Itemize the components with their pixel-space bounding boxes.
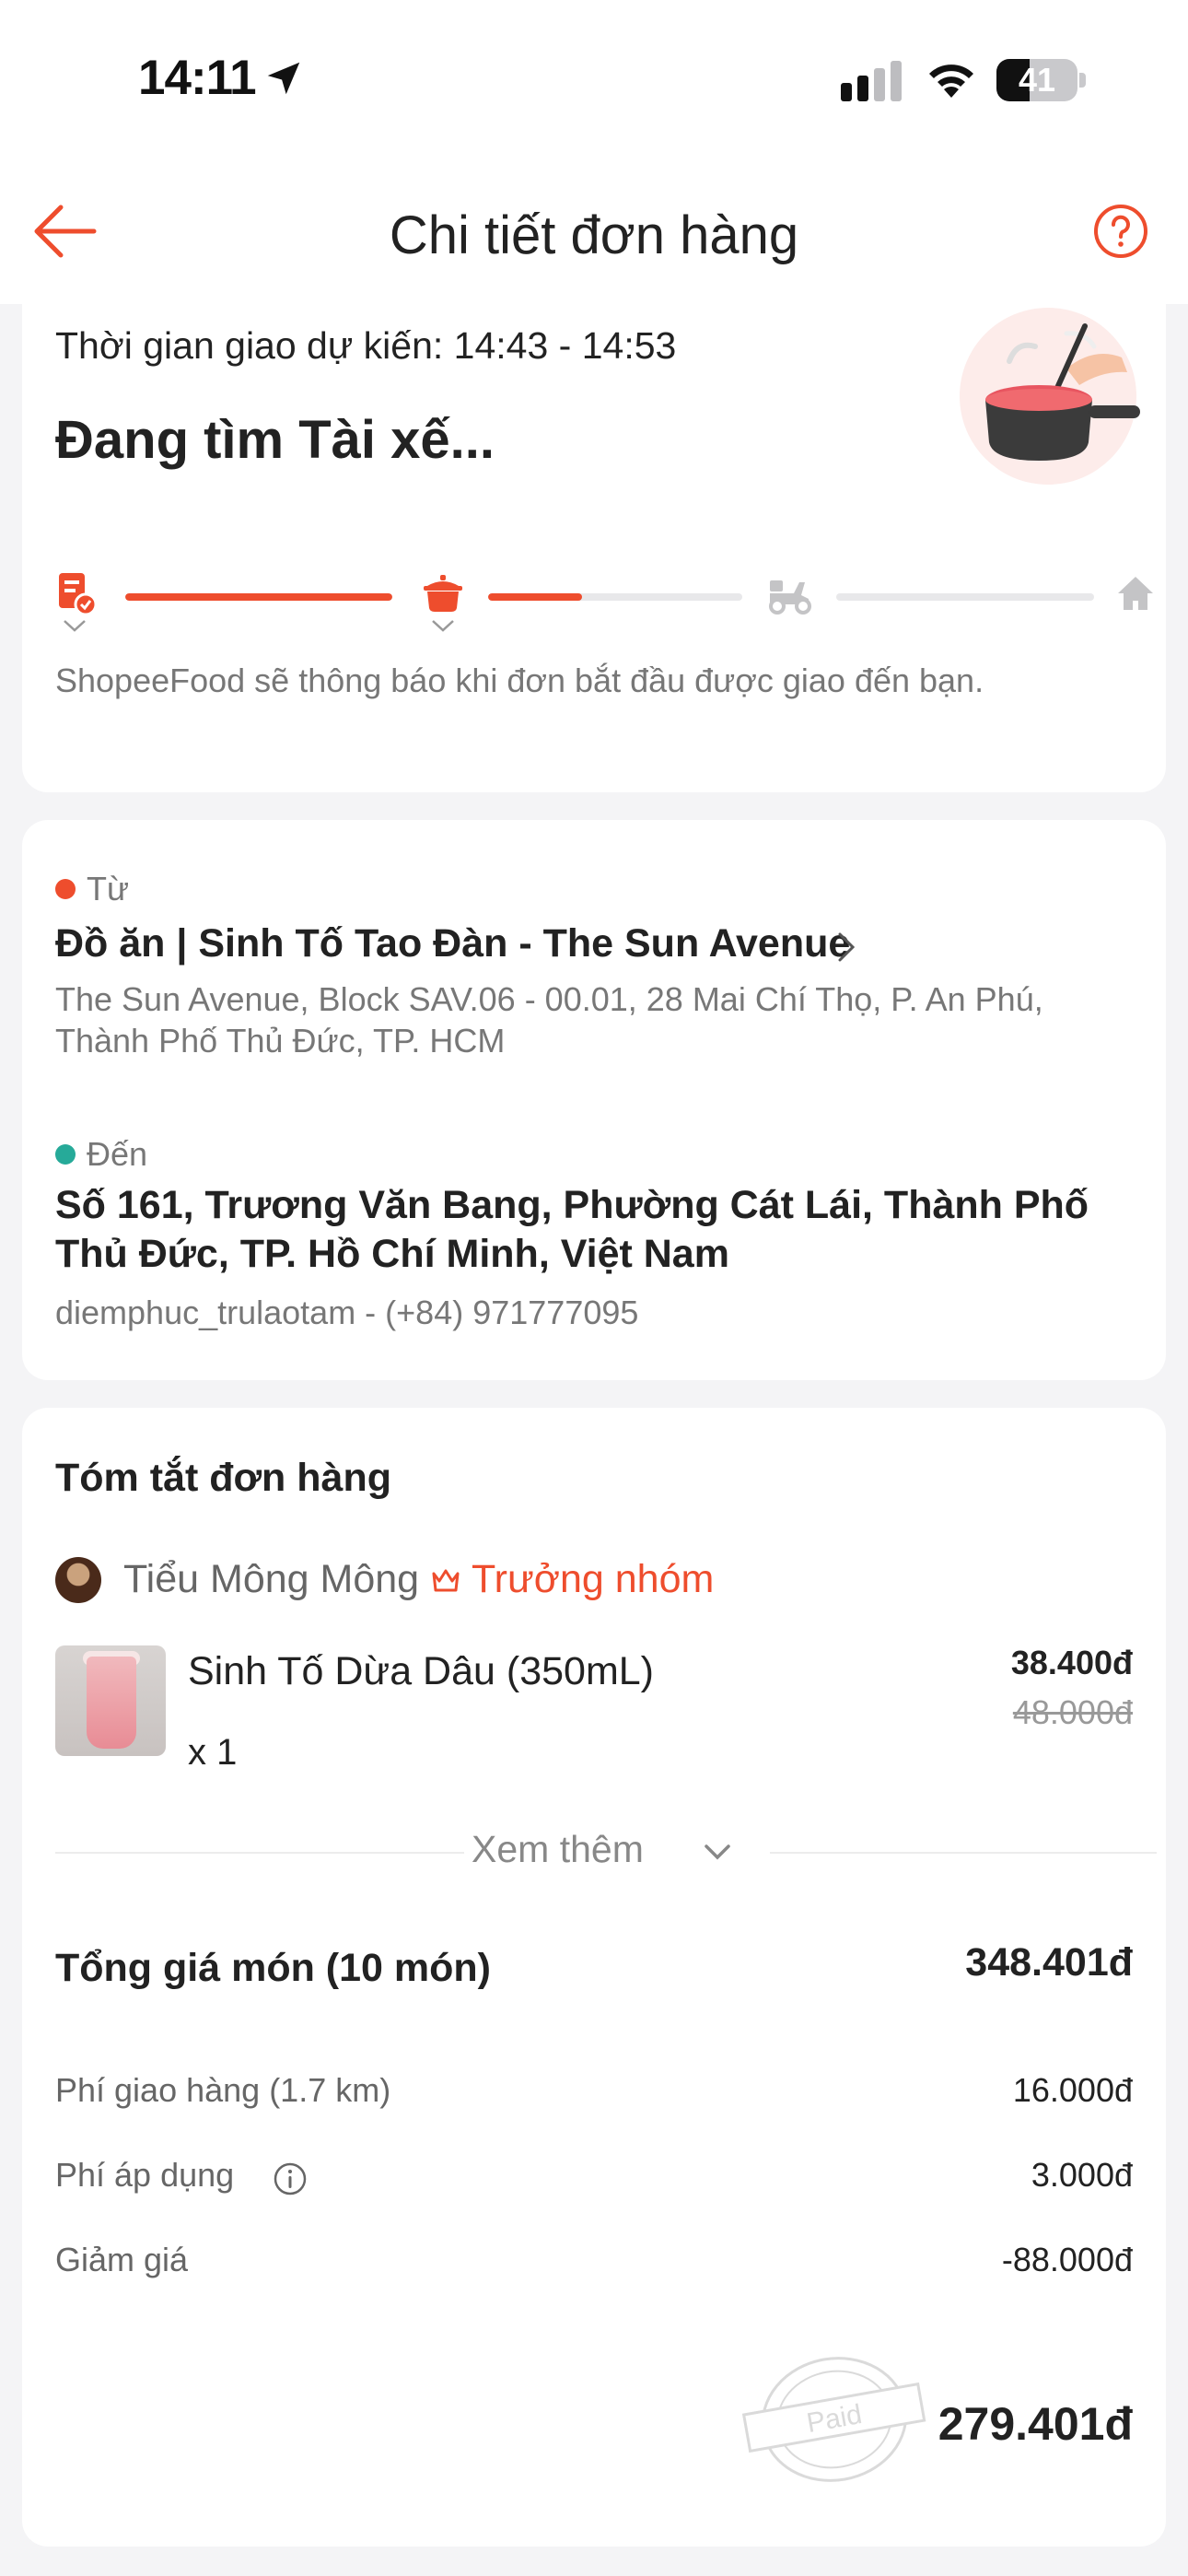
info-icon[interactable]: [273, 2161, 308, 2196]
product-name: Sinh Tố Dừa Dâu (350mL): [188, 1649, 655, 1693]
service-fee-label: Phí áp dụng: [55, 2156, 235, 2194]
order-summary-card: Tóm tắt đơn hàng Tiểu Mông Mông Trưởng n…: [22, 1408, 1166, 2547]
avatar: [55, 1557, 101, 1603]
chevron-down-icon: [64, 620, 86, 632]
divider: [55, 1852, 464, 1854]
grand-total: 279.401đ: [938, 2398, 1133, 2450]
order-status-card: Thời gian giao dự kiến: 14:43 - 14:53 Đa…: [22, 304, 1166, 792]
from-label: Từ: [87, 870, 130, 907]
product-original-price: 48.000đ: [1012, 1693, 1133, 1731]
summary-title: Tóm tắt đơn hàng: [55, 1456, 391, 1500]
progress-segment: [836, 593, 1094, 601]
home-icon: [1118, 577, 1153, 610]
to-label: Đến: [87, 1135, 148, 1173]
delivery-fee-value: 16.000đ: [1012, 2071, 1133, 2109]
chevron-down-icon[interactable]: [702, 1841, 733, 1863]
estimated-delivery-time: Thời gian giao dự kiến: 14:43 - 14:53: [55, 324, 677, 367]
chevron-down-icon: [432, 620, 454, 632]
discount-label: Giảm giá: [55, 2241, 189, 2278]
progress-segment: [125, 593, 392, 601]
divider: [770, 1852, 1157, 1854]
status-bar: 14:11 41: [0, 0, 1188, 157]
service-fee-value: 3.000đ: [1031, 2156, 1133, 2194]
discount-value: -88.000đ: [1001, 2241, 1133, 2278]
chevron-right-icon[interactable]: [833, 929, 860, 966]
paid-stamp: Paid: [742, 2357, 926, 2482]
order-confirmed-icon: [59, 573, 98, 616]
restaurant-name-link[interactable]: Đồ ăn | Sinh Tố Tao Đàn - The Sun Avenue: [55, 921, 850, 966]
product-quantity: x 1: [188, 1732, 238, 1773]
from-dot: [55, 879, 76, 899]
product-price: 38.400đ: [1010, 1644, 1133, 1681]
crown-icon: [432, 1569, 460, 1592]
wifi-icon: [929, 64, 973, 98]
delivery-progress: [55, 571, 1153, 636]
delivery-notice: ShopeeFood sẽ thông báo khi đơn bắt đầu …: [55, 662, 984, 699]
restaurant-address: The Sun Avenue, Block SAV.06 - 00.01, 28…: [55, 980, 1043, 1060]
delivery-address: Số 161, Trương Văn Bang, Phường Cát Lái,…: [55, 1183, 1089, 1276]
product-image: [55, 1645, 166, 1756]
delivery-fee-label: Phí giao hàng (1.7 km): [55, 2071, 391, 2109]
cooking-pot-illustration-icon: [960, 308, 1140, 485]
scooter-icon: [769, 580, 811, 615]
help-circle-icon[interactable]: [1092, 203, 1149, 260]
nav-bar: Chi tiết đơn hàng: [0, 157, 1188, 304]
address-card: Từ Đồ ăn | Sinh Tố Tao Đàn - The Sun Ave…: [22, 820, 1166, 1380]
cooking-pot-icon: [424, 575, 462, 612]
see-more-button[interactable]: Xem thêm: [472, 1828, 644, 1871]
battery-icon: 41: [996, 59, 1087, 101]
to-dot: [55, 1144, 76, 1165]
recipient-contact: diemphuc_trulaotam - (+84) 971777095: [55, 1294, 639, 1331]
status-time: 14:11: [138, 51, 257, 105]
subtotal-label: Tổng giá món (10 món): [55, 1946, 491, 1990]
page-title: Chi tiết đơn hàng: [389, 205, 799, 265]
group-member-name: Tiểu Mông Mông: [123, 1557, 420, 1601]
battery-percentage: 41: [1018, 61, 1056, 99]
location-arrow-icon: [267, 62, 300, 95]
cellular-signal-icon: [841, 61, 902, 101]
group-leader-badge: Trưởng nhóm: [472, 1557, 715, 1601]
subtotal-value: 348.401đ: [965, 1940, 1133, 1985]
order-status-title: Đang tìm Tài xế...: [55, 410, 495, 470]
progress-segment: [488, 593, 742, 601]
